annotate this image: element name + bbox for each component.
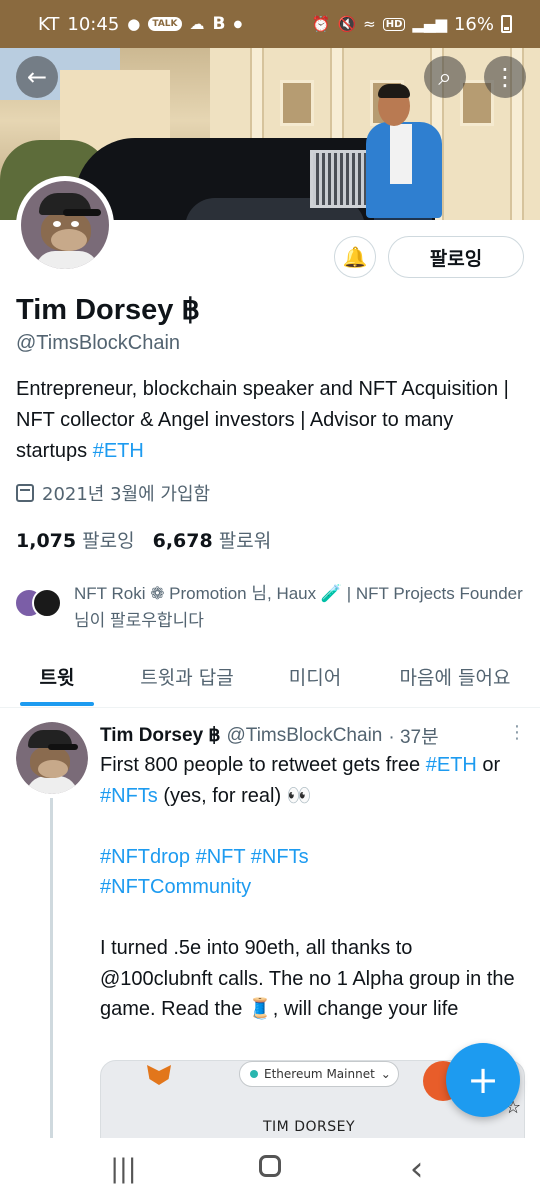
talk-icon: TALK: [148, 17, 182, 31]
tweet-line1-or: or: [476, 754, 501, 776]
search-button[interactable]: ⌕: [424, 56, 466, 98]
followers-label: 팔로워: [218, 530, 272, 552]
profile-tabs: 트윗 트윗과 답글 미디어 마음에 들어요: [0, 646, 540, 708]
cloud-icon: ☁: [189, 15, 205, 33]
recents-icon[interactable]: |||: [93, 1154, 153, 1184]
following-stat[interactable]: 1,075 팔로잉: [16, 526, 135, 553]
tweet-author-handle[interactable]: @TimsBlockChain: [227, 725, 383, 747]
carrier-label: KT: [38, 13, 60, 35]
profile-handle: @TimsBlockChain: [16, 332, 181, 354]
follow-stats: 1,075 팔로잉 6,678 팔로워: [16, 526, 271, 553]
more-options-button[interactable]: ⋮: [484, 56, 526, 98]
plus-icon: +: [467, 1058, 499, 1102]
tweet-hashtags[interactable]: #NFTdrop #NFT #NFTs: [100, 842, 520, 873]
clock: 10:45: [67, 13, 120, 35]
thread-line: [50, 798, 53, 1138]
alarm-icon: ⏰: [311, 15, 331, 33]
hashtag-link[interactable]: #NFTs: [100, 785, 158, 807]
banner-person-shirt: [390, 124, 412, 184]
following-button[interactable]: 팔로잉: [388, 236, 524, 278]
tweet-text: First 800 people to retweet gets free #E…: [100, 750, 520, 1025]
b-icon: B: [212, 14, 226, 34]
dot-icon: ●: [233, 18, 243, 30]
hashtag-link[interactable]: #ETH: [426, 754, 477, 776]
notifications-bell-button[interactable]: 🔔: [334, 236, 376, 278]
following-label: 팔로잉: [82, 530, 135, 552]
search-icon: ⌕: [438, 63, 452, 91]
bio-hashtag-link[interactable]: #ETH: [93, 440, 144, 462]
back-button[interactable]: ←: [16, 56, 58, 98]
system-navigation-bar: ||| ‹: [0, 1138, 540, 1200]
profile-name: Tim Dorsey ฿: [16, 294, 200, 326]
tweet-author-name[interactable]: Tim Dorsey ฿: [100, 724, 221, 747]
tweet-timestamp[interactable]: · 37분: [388, 722, 438, 749]
compose-tweet-button[interactable]: +: [446, 1043, 520, 1117]
tab-tweets[interactable]: 트윗: [0, 646, 114, 706]
calendar-icon: [16, 484, 34, 502]
bell-icon: 🔔: [342, 245, 368, 269]
tweet-author-avatar[interactable]: [16, 722, 88, 794]
chevron-down-icon: ⌄: [380, 1067, 391, 1081]
tab-tweets-replies[interactable]: 트윗과 답글: [114, 646, 260, 706]
tweet-header: Tim Dorsey ฿ @TimsBlockChain · 37분: [100, 722, 520, 749]
tweet-line1-text: First 800 people to retweet gets free: [100, 754, 426, 776]
tab-media[interactable]: 미디어: [260, 646, 370, 706]
banner-person-hair: [378, 84, 410, 98]
known-followers[interactable]: NFT Roki ❁ Promotion 님, Haux 🧪 | NFT Pro…: [14, 580, 524, 634]
back-nav-icon[interactable]: ‹: [387, 1149, 447, 1189]
banner-car-grill: [310, 150, 370, 208]
status-bar: KT 10:45 ● TALK ☁ B ● ⏰ 🔇 ≈ HD ▂▄▆ 16%: [0, 0, 540, 48]
profile-bio: Entrepreneur, blockchain speaker and NFT…: [16, 374, 526, 467]
network-pill: Ethereum Mainnet ⌄: [239, 1061, 399, 1087]
followers-count: 6,678: [152, 530, 213, 552]
home-icon: [258, 1155, 281, 1177]
joined-text: 2021년 3월에 가입함: [42, 484, 211, 505]
signal-icon: ▂▄▆: [412, 15, 447, 33]
network-label: Ethereum Mainnet: [264, 1067, 375, 1081]
tweet-line1-tail: (yes, for real) 👀: [157, 784, 312, 807]
profile-avatar[interactable]: [16, 176, 114, 274]
known-followers-text: NFT Roki ❁ Promotion 님, Haux 🧪 | NFT Pro…: [74, 584, 523, 630]
back-arrow-icon: ←: [26, 63, 48, 91]
followers-stat[interactable]: 6,678 팔로워: [153, 526, 272, 553]
battery-icon: [501, 15, 512, 33]
joined-date: 2021년 3월에 가입함: [16, 480, 210, 506]
metamask-fox-icon: [147, 1065, 171, 1085]
battery-percent: 16%: [453, 13, 494, 35]
tweet-paragraph: I turned .5e into 90eth, all thanks to @…: [100, 937, 515, 1020]
media-account-name: TIM DORSEY: [263, 1119, 356, 1135]
wifi-icon: ≈: [363, 15, 376, 33]
tab-likes[interactable]: 마음에 들어요: [370, 646, 540, 706]
following-count: 1,075: [16, 530, 77, 552]
bio-text: Entrepreneur, blockchain speaker and NFT…: [16, 378, 509, 462]
hd-voice-icon: HD: [382, 17, 406, 31]
more-vertical-icon: ⋮: [493, 63, 517, 91]
mute-icon: 🔇: [337, 15, 357, 33]
known-followers-avatars: [14, 588, 64, 622]
tweet-hashtags[interactable]: #NFTCommunity: [100, 872, 520, 903]
tweet-more-icon[interactable]: ⋮: [508, 722, 526, 743]
chat-bubble-icon: ●: [127, 15, 141, 33]
avatar: [32, 588, 62, 618]
network-dot-icon: [250, 1070, 258, 1078]
home-button[interactable]: [240, 1154, 300, 1184]
